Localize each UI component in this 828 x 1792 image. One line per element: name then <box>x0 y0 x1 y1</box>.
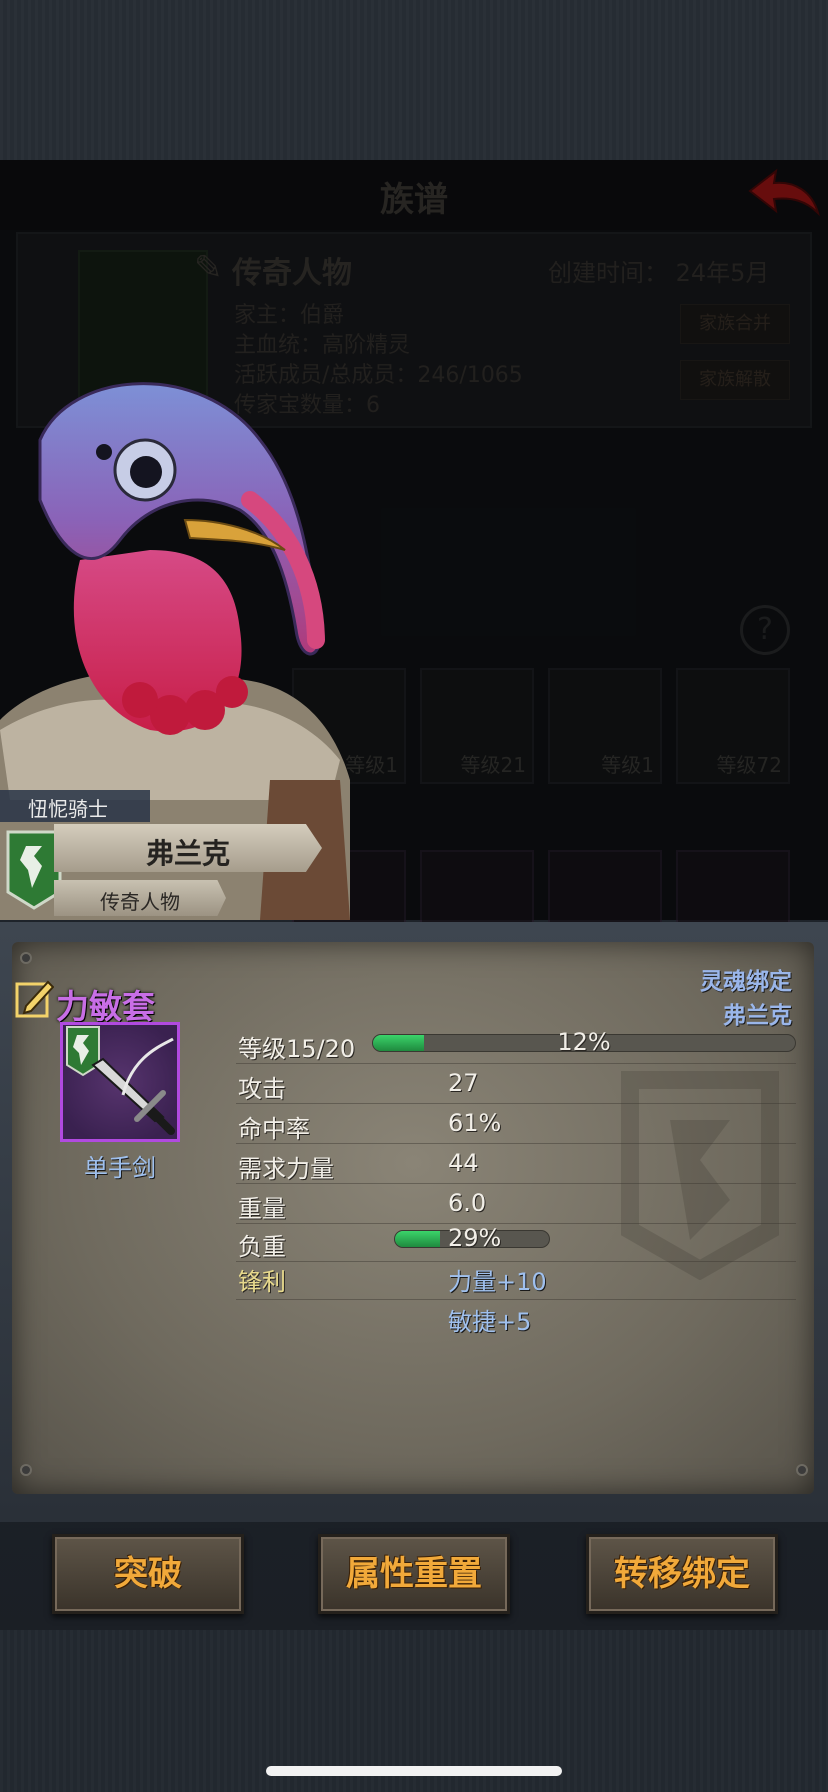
character-class: 忸怩骑士 <box>28 797 108 821</box>
affix-strength: 力量+10 <box>448 1268 547 1296</box>
level-label: 等级15/20 <box>238 1035 356 1063</box>
character-title: 传奇人物 <box>100 890 180 914</box>
transfer-binding-button[interactable]: 转移绑定 <box>586 1534 778 1614</box>
rivet <box>20 952 32 964</box>
load-label: 负重 <box>238 1233 286 1261</box>
breakthrough-button[interactable]: 突破 <box>52 1534 244 1614</box>
edit-icon[interactable] <box>14 976 54 1020</box>
stat-row: 命中率 61% <box>236 1106 796 1144</box>
stat-label: 需求力量 <box>238 1155 334 1183</box>
rivet <box>796 1464 808 1476</box>
load-progress-text: 29% <box>448 1224 502 1252</box>
divider <box>236 1299 796 1300</box>
sharpness-label: 锋利 <box>238 1268 286 1296</box>
affix-agility: 敏捷+5 <box>448 1308 532 1336</box>
reset-attributes-button[interactable]: 属性重置 <box>318 1534 510 1614</box>
soul-bound-owner: 弗兰克 <box>723 1003 792 1029</box>
stat-value: 61% <box>448 1109 502 1137</box>
stat-label: 命中率 <box>238 1115 310 1143</box>
stat-row: 攻击 27 <box>236 1066 796 1104</box>
rivet <box>20 1464 32 1476</box>
stat-value: 44 <box>448 1149 479 1177</box>
level-progress-text: 12% <box>557 1028 611 1056</box>
item-icon <box>60 1022 180 1142</box>
sword-icon <box>66 1026 175 1135</box>
home-indicator[interactable] <box>266 1766 562 1776</box>
soul-bound-label: 灵魂绑定 <box>700 969 792 995</box>
top-wall-texture <box>0 0 828 160</box>
stat-value: 27 <box>448 1069 479 1097</box>
load-progress-fill <box>395 1231 440 1247</box>
stat-label: 攻击 <box>238 1075 286 1103</box>
stat-value: 6.0 <box>448 1189 487 1217</box>
item-name: 力敏套 <box>56 987 155 1026</box>
character-name: 弗兰克 <box>145 837 230 870</box>
stat-row: 重量 6.0 <box>236 1186 796 1224</box>
stat-row: 需求力量 44 <box>236 1146 796 1184</box>
stat-label: 重量 <box>238 1195 286 1223</box>
item-type: 单手剑 <box>84 1154 156 1182</box>
